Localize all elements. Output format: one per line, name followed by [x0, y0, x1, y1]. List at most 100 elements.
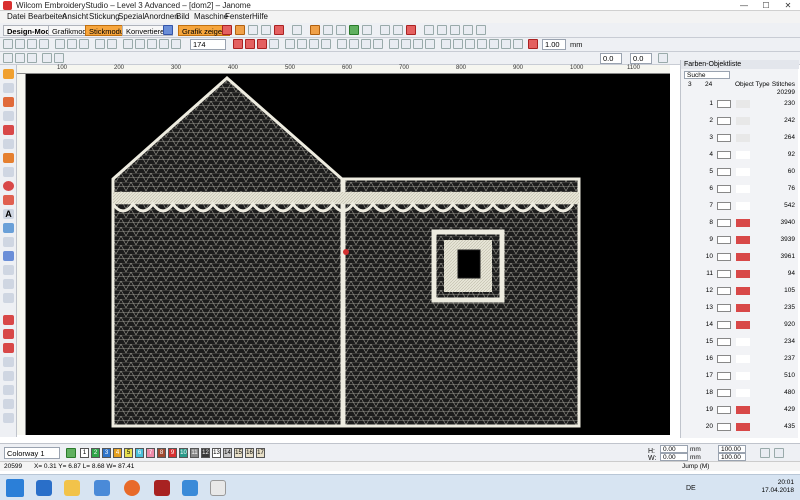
firefox-icon[interactable]	[124, 480, 140, 496]
lettering-icon[interactable]	[406, 25, 416, 35]
satin-icon[interactable]	[248, 25, 258, 35]
panel-search[interactable]: Suche	[684, 71, 730, 79]
thread-swatch[interactable]: 16	[245, 448, 254, 458]
hoop-icon[interactable]	[362, 25, 372, 35]
polygon-select-icon[interactable]	[27, 53, 37, 63]
thread-swatch[interactable]: 4	[113, 448, 122, 458]
colorfilm-icon[interactable]	[413, 39, 423, 49]
object-list-row[interactable]: 10 3961	[681, 251, 799, 263]
select-all-icon[interactable]	[15, 53, 25, 63]
width-icon[interactable]	[441, 39, 451, 49]
thread-swatch[interactable]: 3	[102, 448, 111, 458]
colorway-select[interactable]: Colorway 1	[4, 447, 60, 459]
offset-tool-icon[interactable]	[3, 385, 14, 395]
thread-icon[interactable]	[349, 25, 359, 35]
select-tool-icon[interactable]	[3, 69, 14, 79]
clock[interactable]: 20:01 17.04.2018	[761, 479, 794, 495]
object-list-row[interactable]: 5 60	[681, 166, 799, 178]
input-a-icon[interactable]	[3, 139, 14, 149]
y-pos-icon[interactable]	[54, 53, 64, 63]
menu-machine[interactable]: Maschine	[194, 11, 228, 23]
hole-tool-icon[interactable]	[3, 399, 14, 409]
explorer-icon[interactable]	[64, 480, 80, 496]
menu-edit[interactable]: Bearbeiten	[28, 11, 67, 23]
outline-tool-icon[interactable]	[3, 371, 14, 381]
stitch-edit-icon[interactable]	[3, 293, 14, 303]
stamp-tool-icon[interactable]	[3, 413, 14, 423]
thread-swatch[interactable]: 9	[168, 448, 177, 458]
thread-swatch[interactable]: 6	[135, 448, 144, 458]
pattern-icon[interactable]	[310, 25, 320, 35]
fill-icon[interactable]	[235, 25, 245, 35]
trim-shape-icon[interactable]	[513, 39, 523, 49]
object-list-row[interactable]: 9 3939	[681, 234, 799, 246]
motif-tool-icon[interactable]	[3, 251, 14, 261]
zoom-box-icon[interactable]	[159, 39, 169, 49]
new-file-icon[interactable]	[3, 39, 13, 49]
align-icon[interactable]	[437, 25, 447, 35]
offset-field[interactable]: 0.0	[630, 53, 652, 64]
slow-redraw-icon[interactable]	[349, 39, 359, 49]
sequence-icon[interactable]	[401, 39, 411, 49]
width-field[interactable]: 0.00	[660, 453, 688, 461]
menu-window[interactable]: Fenster	[225, 11, 252, 23]
tie-icon[interactable]	[393, 25, 403, 35]
object-list-row[interactable]: 19 429	[681, 404, 799, 416]
paste-icon[interactable]	[79, 39, 89, 49]
close-button[interactable]: ✕	[777, 0, 799, 11]
lock-proportion-icon[interactable]	[760, 448, 770, 458]
grid-toggle-icon[interactable]	[309, 39, 319, 49]
trace-tool-icon[interactable]	[3, 265, 14, 275]
applique-tool-icon[interactable]	[3, 237, 14, 247]
knife-tool-icon[interactable]	[3, 97, 14, 107]
scale-icon[interactable]	[528, 39, 538, 49]
thread-swatch[interactable]: 8	[157, 448, 166, 458]
globe-icon[interactable]	[163, 25, 173, 35]
app-icon-blue[interactable]	[182, 480, 198, 496]
print-icon[interactable]	[39, 39, 49, 49]
open-file-icon[interactable]	[15, 39, 25, 49]
thread-swatch[interactable]: 1	[80, 448, 89, 458]
branching-tool-icon[interactable]	[3, 279, 14, 289]
stitch-type-icon[interactable]	[222, 25, 232, 35]
x-pos-icon[interactable]	[42, 53, 52, 63]
language-indicator[interactable]: DE	[686, 483, 696, 494]
menu-image[interactable]: Bild	[176, 11, 189, 23]
group-icon[interactable]	[477, 39, 487, 49]
distribute-icon[interactable]	[450, 25, 460, 35]
run-icon[interactable]	[261, 25, 271, 35]
thread-swatch[interactable]: 17	[256, 448, 265, 458]
circle-tool-icon[interactable]	[3, 181, 14, 191]
zoom-in-icon[interactable]	[123, 39, 133, 49]
object-list-row[interactable]: 15 234	[681, 336, 799, 348]
object-list-row[interactable]: 16 237	[681, 353, 799, 365]
object-list-row[interactable]: 17 510	[681, 370, 799, 382]
reshape-tool-icon[interactable]	[3, 83, 14, 93]
thread-swatch[interactable]: 5	[124, 448, 133, 458]
design-canvas[interactable]	[26, 74, 670, 435]
applique-icon[interactable]	[274, 25, 284, 35]
thread-swatch[interactable]: 7	[146, 448, 155, 458]
stitch-view-icon[interactable]	[361, 39, 371, 49]
zoom-out-icon[interactable]	[135, 39, 145, 49]
pan-icon[interactable]	[171, 39, 181, 49]
menu-stitch[interactable]: Stickung	[89, 11, 120, 23]
object-list-row[interactable]: 4 92	[681, 149, 799, 161]
left-house-shape[interactable]	[111, 75, 344, 428]
effect-tool-icon[interactable]	[3, 357, 14, 367]
red-tool2-icon[interactable]	[245, 39, 255, 49]
maximize-button[interactable]: ☐	[755, 0, 777, 11]
mirror-icon[interactable]	[463, 25, 473, 35]
object-list-row[interactable]: 2 242	[681, 115, 799, 127]
menu-special[interactable]: Spezial	[118, 11, 144, 23]
app-icon-grey[interactable]	[210, 480, 226, 496]
weld-icon[interactable]	[501, 39, 511, 49]
object-list-row[interactable]: 14 920	[681, 319, 799, 331]
object-list-row[interactable]: 20 435	[681, 421, 799, 433]
height-percent-field[interactable]: 100.00	[718, 445, 746, 453]
thread-swatch[interactable]: 13	[212, 448, 221, 458]
color-tool-1-icon[interactable]	[3, 315, 14, 325]
start-button-icon[interactable]	[6, 479, 24, 497]
3d-view-icon[interactable]	[373, 39, 383, 49]
minimize-button[interactable]: —	[733, 0, 755, 11]
